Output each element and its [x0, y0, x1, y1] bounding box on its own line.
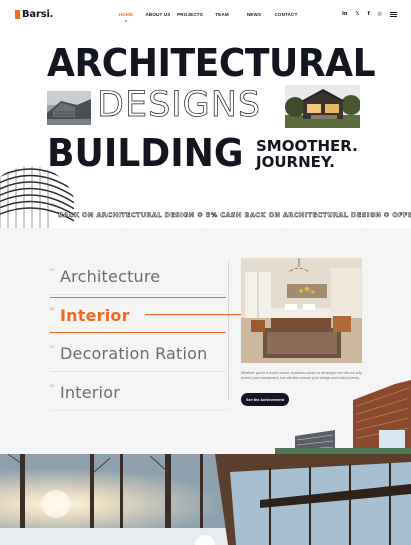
linkedin-icon[interactable]: in — [342, 11, 347, 17]
nav-link-news[interactable]: NEWS — [238, 12, 270, 17]
hamburger-menu-icon[interactable] — [390, 11, 397, 17]
service-number: 01 — [50, 267, 55, 272]
promo-ticker: BACK ON ARCHITECTURAL DESIGN ✱ 5% CASH B… — [0, 208, 411, 222]
logo-mark — [15, 10, 20, 19]
forest-house-image — [0, 454, 411, 545]
service-label: Decoration Ration — [60, 344, 208, 363]
logo[interactable]: Barsi. — [15, 9, 53, 20]
instagram-icon[interactable]: ◎ — [378, 11, 382, 17]
hero-subtitle-line2: JOURNEY. — [256, 153, 335, 171]
hero-title-line1: ARCHITECTURAL — [47, 41, 376, 85]
hero-title-line3: BUILDING — [47, 131, 244, 175]
service-item-interior[interactable]: 02 Interior — [50, 297, 226, 333]
top-navbar: Barsi. HOME ABOUT US PROJECTS TEAM NEWS … — [0, 0, 411, 30]
hero-title-line2-outline: DESIGNS — [97, 85, 262, 125]
facebook-icon[interactable]: f — [367, 11, 369, 17]
hero-house-thumb-right — [285, 85, 360, 128]
service-item-architecture[interactable]: 01 Architecture — [50, 259, 226, 295]
logo-text: Barsi. — [22, 9, 54, 20]
nav-link-about-us[interactable]: ABOUT US — [142, 12, 174, 17]
main-menu: HOME ABOUT US PROJECTS TEAM NEWS CONTACT — [110, 12, 302, 17]
service-number: 02 — [50, 383, 55, 388]
promo-ticker-text: BACK ON ARCHITECTURAL DESIGN ✱ 5% CASH B… — [58, 211, 411, 219]
hero-building-thumb-left — [47, 91, 91, 125]
service-item-decoration-ration[interactable]: 03 Decoration Ration — [50, 336, 226, 372]
interior-room-image — [241, 258, 362, 363]
twitter-icon[interactable]: 𝕏 — [355, 11, 359, 17]
nav-link-contact[interactable]: CONTACT — [270, 12, 302, 17]
social-links: in 𝕏 f ◎ — [342, 11, 397, 17]
service-number: 03 — [50, 344, 55, 349]
nav-link-projects[interactable]: PROJECTS — [174, 12, 206, 17]
services-divider — [228, 260, 229, 400]
hero-subtitle-line1: SMOOTHER. — [256, 137, 358, 155]
nav-link-team[interactable]: TEAM — [206, 12, 238, 17]
service-label: Architecture — [60, 267, 161, 286]
service-label: Interior — [60, 306, 130, 325]
service-item-interior-2[interactable]: 02 Interior — [50, 375, 226, 411]
service-label: Interior — [60, 383, 120, 402]
modern-building-image — [275, 380, 411, 455]
nav-link-home[interactable]: HOME — [110, 12, 142, 17]
active-service-connector — [145, 314, 241, 315]
hero-subtitle: SMOOTHER. JOURNEY. — [256, 138, 358, 170]
service-number: 02 — [50, 306, 55, 311]
